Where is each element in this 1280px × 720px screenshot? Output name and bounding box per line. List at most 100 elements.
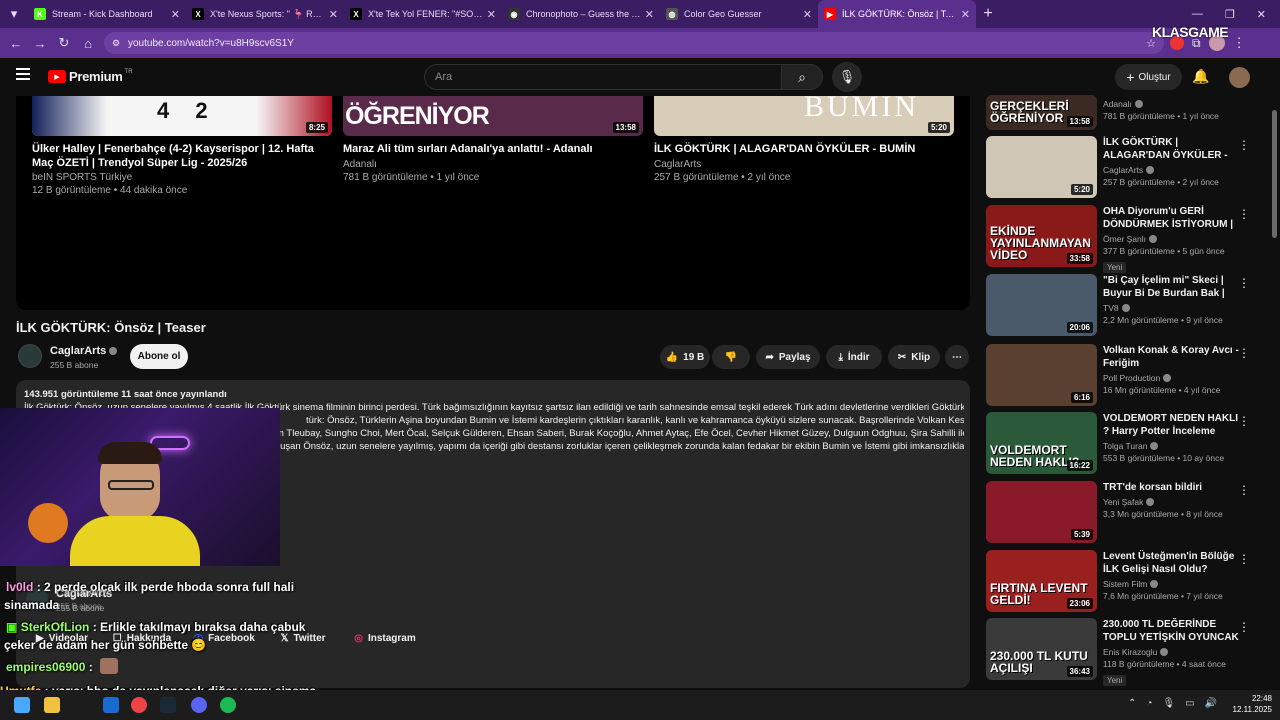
endcard-title-3[interactable]: İLK GÖKTÜRK | ALAGAR'DAN ÖYKÜLER - BUMİN [654,142,954,156]
voice-search-button[interactable]: 🎙 [832,62,862,92]
tab-close-icon[interactable]: ✕ [645,8,654,21]
endcard-channel-2[interactable]: Adanalı [343,158,377,171]
browser-tab[interactable]: X X'te Tek Yol FENER: "#SONDAKİ ✕ [344,0,502,28]
subscribe-button[interactable]: Abone ol [130,344,188,369]
file-explorer-icon[interactable] [44,697,60,713]
endcard-thumbnail-3[interactable]: BUMİN 5:20 [654,96,954,136]
more-vertical-icon[interactable]: ⋮ [1238,346,1250,360]
minimize-icon[interactable]: — [1192,8,1203,20]
windows-start-icon[interactable] [14,697,30,713]
recommended-video[interactable]: EKİNDE YAYINLANMAYAN VİDEO 33:58 OHA Diyor… [986,205,1260,273]
endcard-thumbnail-1[interactable]: 4 2 8:25 [32,96,332,136]
video-title[interactable]: "Bi Çay İçelim mi" Skeci | Buyur Bi De B… [1103,274,1243,300]
tab-list-icon[interactable]: ▾ [0,2,28,26]
browser-tab[interactable]: ◍ Color Geo Guesser ✕ [660,0,818,28]
download-button[interactable]: ⤓ İndir [826,345,882,369]
video-title[interactable]: TRT'de korsan bildiri [1103,481,1243,494]
tab-close-icon[interactable]: ✕ [487,8,496,21]
recommended-video[interactable]: 6:16 Volkan Konak & Koray Avcı - Feriğim P… [986,344,1260,408]
like-button[interactable]: 👍 19 B [660,345,710,369]
channel-name[interactable]: Tolga Turan [1103,440,1243,452]
back-button[interactable]: ← [4,31,28,55]
endcard-thumbnail-2[interactable]: ÖĞRENİYOR 13:58 [343,96,643,136]
browser-tab[interactable]: X X'te Nexus Sports: " 🦩 Rafa Sil ✕ [186,0,344,28]
channel-name[interactable]: Enis Kirazoglu [1103,646,1243,658]
endcard-channel-3[interactable]: CaglarArts [654,158,701,171]
recommended-video[interactable]: GERÇEKLERİ ÖĞRENİYOR 13:58 Adanalı 781 B gö… [986,68,1260,130]
browser-tab[interactable]: ◉ Chronophoto – Guess the Year ✕ [502,0,660,28]
browser-tab[interactable]: ▶ İLK GÖKTÜRK: Önsöz | Teaser ✕ [818,0,976,28]
browser-menu-icon[interactable]: ⋮ [1233,35,1246,51]
video-thumbnail[interactable]: FIRTINA LEVENT GELDİ! 23:06 [986,550,1097,612]
chevron-up-icon[interactable]: ⌃ [1128,698,1136,709]
channel-name[interactable]: Yeni Şafak [1103,496,1243,508]
spotify-icon[interactable] [220,697,236,713]
video-thumbnail[interactable]: 230.000 TL KUTU AÇILIŞI 36:43 [986,618,1097,680]
more-vertical-icon[interactable]: ⋮ [1238,414,1250,428]
chrome-icon[interactable] [131,697,147,713]
new-tab-button[interactable]: + [976,2,1000,26]
site-info-icon[interactable]: ⚙ [112,38,120,49]
endcard-title-2[interactable]: Maraz Ali tüm sırları Adanalı'ya anlattı… [343,142,643,156]
endcard-channel-1[interactable]: beIN SPORTS Türkiye [32,171,132,184]
recommended-video[interactable]: 230.000 TL KUTU AÇILIŞI 36:43 230.000 TL D… [986,618,1260,686]
video-thumbnail[interactable]: EKİNDE YAYINLANMAYAN VİDEO 33:58 [986,205,1097,267]
tab-close-icon[interactable]: ✕ [961,8,970,21]
menu-icon[interactable] [16,68,30,80]
video-thumbnail[interactable]: 5:39 [986,481,1097,543]
recommended-video[interactable]: VOLDEMORT NEDEN HAKLI? 16:22 VOLDEMORT NED… [986,412,1260,476]
video-thumbnail[interactable]: GERÇEKLERİ ÖĞRENİYOR 13:58 [986,95,1097,130]
channel-avatar[interactable] [18,344,42,368]
recommended-video[interactable]: 20:06 "Bi Çay İçelim mi" Skeci | Buyur Bi… [986,274,1260,338]
maximize-icon[interactable]: ❐ [1225,8,1235,21]
more-vertical-icon[interactable]: ⋮ [1238,483,1250,497]
video-title[interactable]: Levent Üsteğmen'in Bölüğe İLK Gelişi Nas… [1103,550,1243,576]
video-title[interactable]: 230.000 TL DEĞERİNDE TOPLU YETİŞKİN OYUN… [1103,618,1243,644]
volume-icon[interactable]: 🔊 [1205,698,1217,709]
dislike-button[interactable]: 👎 [712,345,750,369]
display-icon[interactable]: ▭ [1185,698,1194,709]
home-button[interactable]: ⌂ [76,31,100,55]
more-vertical-icon[interactable]: ⋮ [1238,552,1250,566]
channel-name[interactable]: CaglarArts [1103,164,1243,176]
video-title[interactable]: İLK GÖKTÜRK | ALAGAR'DAN ÖYKÜLER - BUMİN [1103,136,1243,162]
recommended-video[interactable]: FIRTINA LEVENT GELDİ! 23:06 Levent Üsteğme… [986,550,1260,614]
search-button[interactable]: ⌕ [781,64,823,90]
tab-close-icon[interactable]: ✕ [329,8,338,21]
more-vertical-icon[interactable]: ⋮ [1238,276,1250,290]
channel-name[interactable]: Ömer Şanlı [1103,233,1243,245]
recommended-video[interactable]: 5:20 İLK GÖKTÜRK | ALAGAR'DAN ÖYKÜLER - B… [986,136,1260,200]
steam-icon[interactable] [160,697,176,713]
forward-button[interactable]: → [28,31,52,55]
video-title[interactable]: VOLDEMORT NEDEN HAKLI ? Harry Potter İnc… [1103,412,1243,438]
channel-name[interactable]: Poll Production [1103,372,1243,384]
outlook-icon[interactable] [103,697,119,713]
search-input[interactable]: Ara [424,64,782,90]
clock[interactable]: 22:48 12.11.2025 [1226,693,1272,715]
network-icon[interactable]: ◔ [1146,698,1152,709]
tab-close-icon[interactable]: ✕ [171,8,180,21]
endcard-title-1[interactable]: Ülker Halley | Fenerbahçe (4-2) Kayseris… [32,142,332,170]
youtube-logo[interactable]: ▶ Premium TR [48,69,133,84]
video-title[interactable]: Volkan Konak & Koray Avcı - Feriğim [1103,344,1243,370]
mic-tray-icon[interactable]: 🎙 [1162,698,1175,709]
channel-name[interactable]: Adanalı [1103,98,1243,110]
clip-button[interactable]: ✂ Klip [888,345,940,369]
tab-close-icon[interactable]: ✕ [803,8,812,21]
more-actions-button[interactable]: ⋯ [945,345,969,369]
video-thumbnail[interactable]: 6:16 [986,344,1097,406]
channel-name[interactable]: TV8 [1103,302,1243,314]
channel-name[interactable]: Sistem Film [1103,578,1243,590]
more-vertical-icon[interactable]: ⋮ [1238,207,1250,221]
video-player[interactable]: 4 2 8:25 ÖĞRENİYOR 13:58 BUMİN 5:20 Ülke… [16,96,970,310]
browser-tab[interactable]: K Stream - Kick Dashboard ✕ [28,0,186,28]
video-title[interactable]: OHA Diyorum'u GERİ DÖNDÜRMEK İSTİYORUM |… [1103,205,1243,231]
recommended-video[interactable]: 5:39 TRT'de korsan bildiri Yeni Şafak 3,3 M… [986,481,1260,545]
more-vertical-icon[interactable]: ⋮ [1238,138,1250,152]
video-thumbnail[interactable]: 20:06 [986,274,1097,336]
share-button[interactable]: ➦ Paylaş [756,345,820,369]
video-thumbnail[interactable]: VOLDEMORT NEDEN HAKLI? 16:22 [986,412,1097,474]
scrollbar[interactable] [1272,110,1277,238]
more-vertical-icon[interactable]: ⋮ [1238,620,1250,634]
discord-icon[interactable] [191,697,207,713]
